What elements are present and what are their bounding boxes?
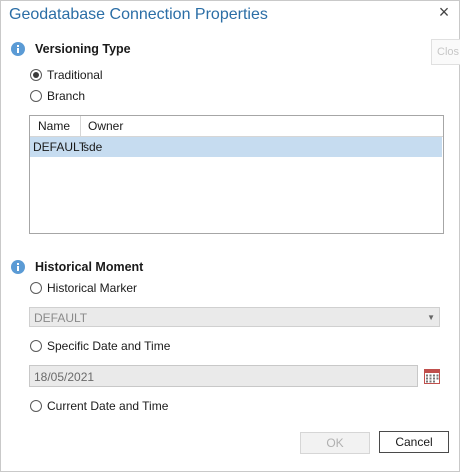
geodatabase-connection-dialog: Geodatabase Connection Properties × Clos… xyxy=(0,0,460,472)
branch-label: Branch xyxy=(47,89,86,103)
versioning-type-heading: Versioning Type xyxy=(35,42,131,56)
version-list[interactable]: Name Owner DEFAULT sde xyxy=(29,115,444,234)
radio-button[interactable] xyxy=(30,282,42,294)
version-list-header: Name Owner xyxy=(30,116,443,137)
close-icon[interactable]: × xyxy=(434,3,454,23)
column-header-name[interactable]: Name xyxy=(30,116,81,136)
historical-marker-dropdown: DEFAULT ▼ xyxy=(29,307,440,327)
radio-button-checked[interactable] xyxy=(30,69,42,81)
chevron-down-icon: ▼ xyxy=(427,313,435,322)
radio-button[interactable] xyxy=(30,400,42,412)
specific-date-label: Specific Date and Time xyxy=(47,339,171,353)
version-owner-cell: sde xyxy=(83,140,103,154)
info-icon xyxy=(11,42,25,56)
background-close-tab: Clos xyxy=(431,39,460,65)
cancel-button[interactable]: Cancel xyxy=(379,431,449,453)
branch-radio[interactable]: Branch xyxy=(30,88,85,104)
radio-button[interactable] xyxy=(30,340,42,352)
version-name-cell: DEFAULT xyxy=(33,140,87,154)
traditional-label: Traditional xyxy=(47,68,103,82)
current-date-radio[interactable]: Current Date and Time xyxy=(30,398,168,414)
traditional-radio[interactable]: Traditional xyxy=(30,67,103,83)
column-header-owner[interactable]: Owner xyxy=(82,116,123,136)
date-time-field: 18/05/2021 xyxy=(29,365,418,387)
specific-date-radio[interactable]: Specific Date and Time xyxy=(30,338,170,354)
dialog-title: Geodatabase Connection Properties xyxy=(9,6,268,23)
historical-moment-heading: Historical Moment xyxy=(35,260,144,274)
calendar-icon[interactable] xyxy=(424,368,440,384)
info-icon xyxy=(11,260,25,274)
current-date-label: Current Date and Time xyxy=(47,399,169,413)
historical-marker-label: Historical Marker xyxy=(47,281,138,295)
radio-button[interactable] xyxy=(30,90,42,102)
historical-marker-radio[interactable]: Historical Marker xyxy=(30,280,137,296)
table-row[interactable]: DEFAULT sde xyxy=(30,137,442,157)
historical-marker-value: DEFAULT xyxy=(34,311,88,325)
ok-button[interactable]: OK xyxy=(300,432,370,454)
